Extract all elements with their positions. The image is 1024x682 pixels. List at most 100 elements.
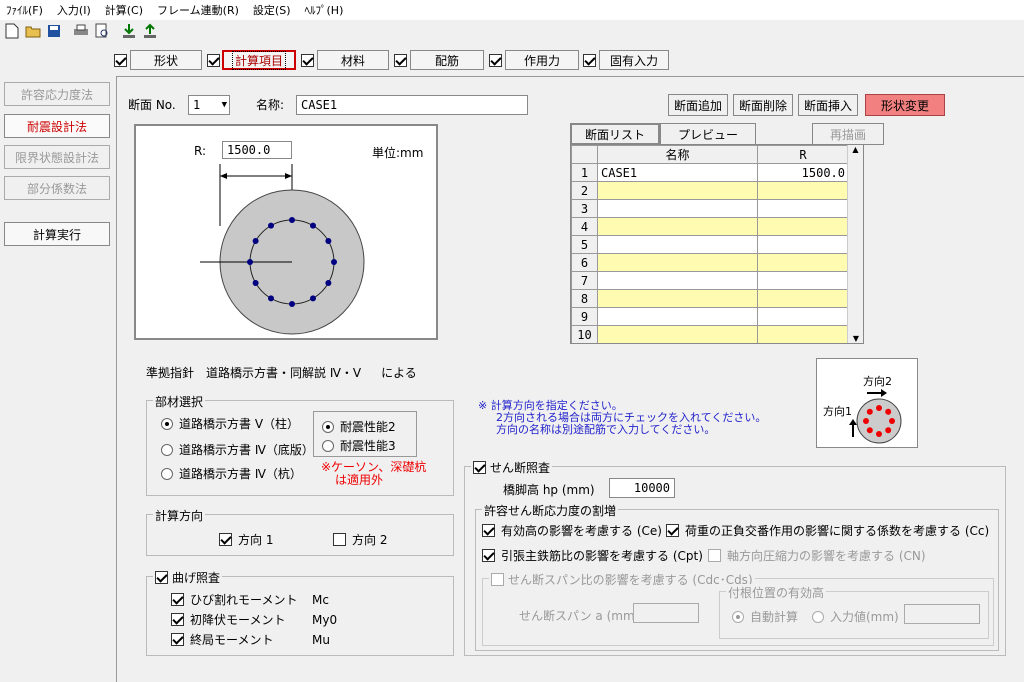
menu-frame[interactable]: フレーム連動(R) bbox=[157, 2, 239, 18]
cpt-checkbox[interactable] bbox=[482, 549, 495, 562]
tab-calc-items-checkbox[interactable] bbox=[207, 54, 220, 67]
new-file-icon[interactable] bbox=[4, 23, 20, 39]
side-seismic-design[interactable]: 耐震設計法 bbox=[4, 114, 110, 138]
print-icon[interactable] bbox=[73, 23, 89, 39]
grid-cell-name[interactable] bbox=[597, 181, 758, 200]
grid-cell-name[interactable] bbox=[597, 235, 758, 254]
rebar-dot bbox=[252, 280, 259, 286]
yield-moment-checkbox[interactable] bbox=[171, 613, 184, 626]
tab-force-checkbox[interactable] bbox=[489, 54, 502, 67]
tab-shape[interactable]: 形状 bbox=[130, 50, 202, 70]
section-no-select[interactable]: 1 ▼ bbox=[188, 95, 230, 115]
perf2-radio[interactable] bbox=[322, 420, 334, 433]
run-calculation-button[interactable]: 計算実行 bbox=[4, 222, 110, 246]
tab-shape-checkbox[interactable] bbox=[114, 54, 127, 67]
scroll-down-icon[interactable]: ▼ bbox=[848, 334, 863, 343]
tab-specific-checkbox[interactable] bbox=[583, 54, 596, 67]
bending-check-checkbox[interactable] bbox=[155, 571, 168, 584]
import-icon[interactable] bbox=[121, 23, 137, 39]
ce-checkbox[interactable] bbox=[482, 524, 495, 537]
shear-span-input[interactable] bbox=[633, 603, 699, 623]
auto-calc-radio[interactable] bbox=[732, 610, 744, 623]
rebar-dot bbox=[289, 217, 295, 223]
tab-bar: 形状 計算項目 材料 配筋 作用力 固有入力 bbox=[0, 46, 1024, 72]
direction1-checkbox[interactable] bbox=[219, 533, 232, 546]
grid-cell-r[interactable] bbox=[757, 271, 849, 290]
rebar-dot bbox=[889, 418, 895, 424]
tab-rebar[interactable]: 配筋 bbox=[410, 50, 484, 70]
ultimate-moment-checkbox[interactable] bbox=[171, 633, 184, 646]
input-value-radio[interactable] bbox=[812, 610, 824, 623]
perf3-radio[interactable] bbox=[322, 439, 334, 452]
grid-cell-r[interactable] bbox=[757, 289, 849, 308]
tab-calc-items[interactable]: 計算項目 bbox=[222, 50, 296, 70]
change-shape-button[interactable]: 形状変更 bbox=[865, 94, 945, 116]
grid-cell-r[interactable] bbox=[757, 235, 849, 254]
rebar-dot bbox=[268, 222, 274, 229]
open-folder-icon[interactable] bbox=[25, 23, 41, 39]
insert-section-button[interactable]: 断面挿入 bbox=[798, 94, 858, 116]
side-limit-state[interactable]: 限界状態設計法 bbox=[4, 145, 110, 169]
side-partial-factor[interactable]: 部分係数法 bbox=[4, 176, 110, 200]
cc-checkbox[interactable] bbox=[666, 524, 679, 537]
member-pile-radio[interactable] bbox=[161, 467, 173, 480]
seismic-performance-box: 耐震性能2 耐震性能3 bbox=[313, 411, 417, 457]
grid-header-name: 名称 bbox=[597, 145, 758, 164]
preview-tab[interactable]: プレビュー bbox=[660, 123, 756, 145]
grid-cell-name[interactable] bbox=[597, 289, 758, 308]
cdc-checkbox[interactable] bbox=[491, 573, 504, 586]
menu-calc[interactable]: 計算(C) bbox=[105, 2, 143, 18]
save-icon[interactable] bbox=[46, 23, 62, 39]
member-column-radio[interactable] bbox=[161, 417, 173, 430]
root-height-input[interactable] bbox=[904, 604, 980, 624]
delete-section-button[interactable]: 断面削除 bbox=[733, 94, 793, 116]
grid-cell-name[interactable]: CASE1 bbox=[597, 163, 758, 182]
menu-help[interactable]: ﾍﾙﾌﾟ(H) bbox=[305, 2, 344, 18]
grid-cell-name[interactable] bbox=[597, 325, 758, 343]
member-footing-radio[interactable] bbox=[161, 443, 173, 456]
menu-bar: ﾌｧｲﾙ(F) 入力(I) 計算(C) フレーム連動(R) 設定(S) ﾍﾙﾌﾟ… bbox=[0, 0, 1024, 20]
cn-checkbox[interactable] bbox=[708, 549, 721, 562]
menu-input[interactable]: 入力(I) bbox=[57, 2, 91, 18]
grid-cell-name[interactable] bbox=[597, 217, 758, 236]
root-effective-height-group: 付根位置の有効高 自動計算 入力値(mm) bbox=[719, 584, 989, 639]
shear-check-checkbox[interactable] bbox=[473, 461, 486, 474]
table-row: 10 bbox=[571, 325, 849, 343]
tab-force[interactable]: 作用力 bbox=[505, 50, 579, 70]
grid-scrollbar[interactable]: ▲ ▼ bbox=[847, 145, 863, 343]
grid-cell-name[interactable] bbox=[597, 199, 758, 218]
grid-cell-name[interactable] bbox=[597, 271, 758, 290]
grid-header-r: R bbox=[757, 145, 849, 164]
section-no-label: 断面 No. bbox=[128, 98, 176, 112]
tab-material[interactable]: 材料 bbox=[317, 50, 389, 70]
grid-cell-r[interactable] bbox=[757, 217, 849, 236]
menu-file[interactable]: ﾌｧｲﾙ(F) bbox=[6, 2, 43, 18]
tab-specific[interactable]: 固有入力 bbox=[599, 50, 669, 70]
grid-cell-r[interactable] bbox=[757, 253, 849, 272]
redraw-button[interactable]: 再描画 bbox=[812, 123, 884, 145]
scroll-up-icon[interactable]: ▲ bbox=[848, 145, 863, 154]
rebar-dot bbox=[876, 405, 882, 411]
side-allowable-stress[interactable]: 許容応力度法 bbox=[4, 82, 110, 106]
menu-settings[interactable]: 設定(S) bbox=[253, 2, 291, 18]
direction-diagram: 方向2 方向1 bbox=[816, 358, 918, 448]
section-name-input[interactable]: CASE1 bbox=[296, 95, 528, 115]
grid-cell-r[interactable] bbox=[757, 199, 849, 218]
grid-cell-name[interactable] bbox=[597, 307, 758, 326]
rebar-dot bbox=[247, 259, 253, 265]
grid-cell-r[interactable] bbox=[757, 325, 849, 343]
grid-cell-r[interactable]: 1500.0 bbox=[757, 163, 849, 182]
grid-cell-name[interactable] bbox=[597, 253, 758, 272]
add-section-button[interactable]: 断面追加 bbox=[668, 94, 728, 116]
tab-material-checkbox[interactable] bbox=[301, 54, 314, 67]
pier-height-input[interactable]: 10000 bbox=[609, 478, 675, 498]
export-icon[interactable] bbox=[142, 23, 158, 39]
tab-rebar-checkbox[interactable] bbox=[394, 54, 407, 67]
section-list-tab[interactable]: 断面リスト bbox=[570, 123, 660, 145]
crack-moment-checkbox[interactable] bbox=[171, 593, 184, 606]
direction2-checkbox[interactable] bbox=[333, 533, 346, 546]
print-preview-icon[interactable] bbox=[94, 23, 110, 39]
rebar-dot bbox=[863, 418, 869, 424]
grid-cell-r[interactable] bbox=[757, 307, 849, 326]
grid-cell-r[interactable] bbox=[757, 181, 849, 200]
